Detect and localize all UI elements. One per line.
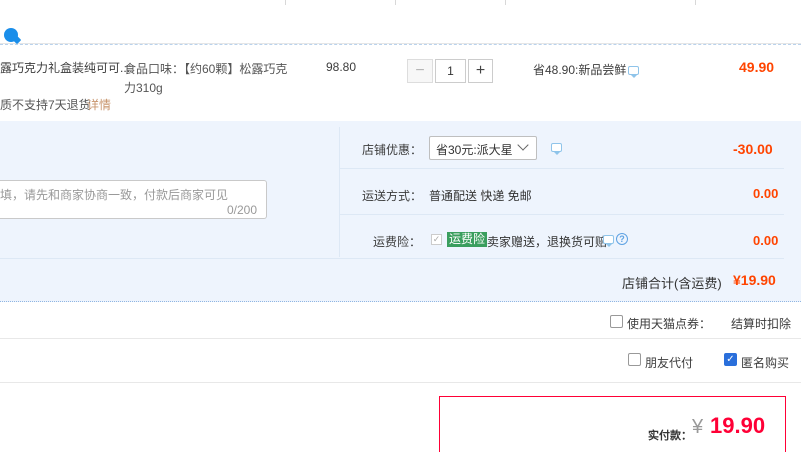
item-sku-line2: 力310g <box>124 81 163 95</box>
shop-total-label: 店铺合计(含运费) <box>622 276 722 291</box>
quantity-minus-button[interactable]: − <box>407 59 433 83</box>
quantity-plus-button[interactable]: + <box>468 59 493 83</box>
buyer-message-count: 0/200 <box>227 203 258 217</box>
order-item-row <box>0 44 801 120</box>
chat-bubble-icon[interactable] <box>628 66 639 78</box>
shop-discount-selected-value: 省30元:派大星 <box>436 143 513 157</box>
shipping-method: 普通配送 快递 免邮 <box>429 189 532 203</box>
panel-row-divider <box>0 258 784 259</box>
header-divider <box>505 0 506 5</box>
insurance-badge: 运费险 <box>447 232 488 247</box>
panel-divider <box>339 127 340 257</box>
quantity-input[interactable] <box>435 59 466 83</box>
panel-row-divider <box>339 168 784 169</box>
shop-discount-amount: -30.00 <box>733 141 773 157</box>
shop-total-amount: ¥19.90 <box>733 272 776 288</box>
payment-currency: ¥ <box>692 416 704 438</box>
chat-bubble-icon[interactable] <box>603 235 614 247</box>
options-divider <box>0 338 801 339</box>
deduct-at-checkout-text: 结算时扣除 <box>731 317 792 331</box>
buyer-message-placeholder: 填，请先和商家协商一致，付款后商家可见 <box>0 188 229 202</box>
order-table-header <box>0 0 801 44</box>
item-sku-line1: 食品口味：【约60颗】松露巧克 <box>124 62 288 76</box>
friend-pay-checkbox[interactable] <box>628 353 641 366</box>
payment-amount: 19.90 <box>710 413 766 438</box>
payment-label: 实付款： <box>648 430 692 442</box>
shop-discount-label: 店铺优惠： <box>362 143 423 157</box>
item-subtotal: 49.90 <box>739 59 775 75</box>
friend-pay-label[interactable]: 朋友代付 <box>645 354 693 371</box>
wangwang-chat-icon[interactable] <box>4 28 18 42</box>
tmall-points-label[interactable]: 使用天猫点券： <box>627 315 711 332</box>
anonymous-purchase-label[interactable]: 匿名购买 <box>741 354 789 371</box>
insurance-amount: 0.00 <box>753 233 779 248</box>
return-policy-text: 质不支持7天退货 <box>0 98 91 112</box>
anonymous-purchase-checkbox[interactable]: ✓ <box>724 353 737 366</box>
shipping-amount: 0.00 <box>753 186 779 201</box>
header-divider <box>695 0 696 5</box>
header-divider <box>285 0 286 5</box>
item-unit-price: 98.80 <box>326 60 357 74</box>
tmall-points-checkbox[interactable] <box>610 315 623 328</box>
return-detail-link[interactable]: 详情 <box>87 96 111 113</box>
panel-row-divider <box>339 214 784 215</box>
header-divider <box>395 0 396 5</box>
options-divider <box>0 382 801 383</box>
item-title-link[interactable]: 露巧克力礼盒装纯可可... <box>0 59 130 76</box>
help-circle-icon[interactable]: ? <box>616 233 628 245</box>
insurance-description: 卖家赠送，退换货可赔 <box>487 235 608 249</box>
insurance-label: 运费险： <box>373 235 422 249</box>
item-promo-text: 省48.90:新品尝鲜 <box>533 63 627 77</box>
insurance-checkbox[interactable]: ✓ <box>431 234 442 245</box>
chat-bubble-icon[interactable] <box>551 143 562 155</box>
shipping-label: 运送方式： <box>362 189 423 203</box>
